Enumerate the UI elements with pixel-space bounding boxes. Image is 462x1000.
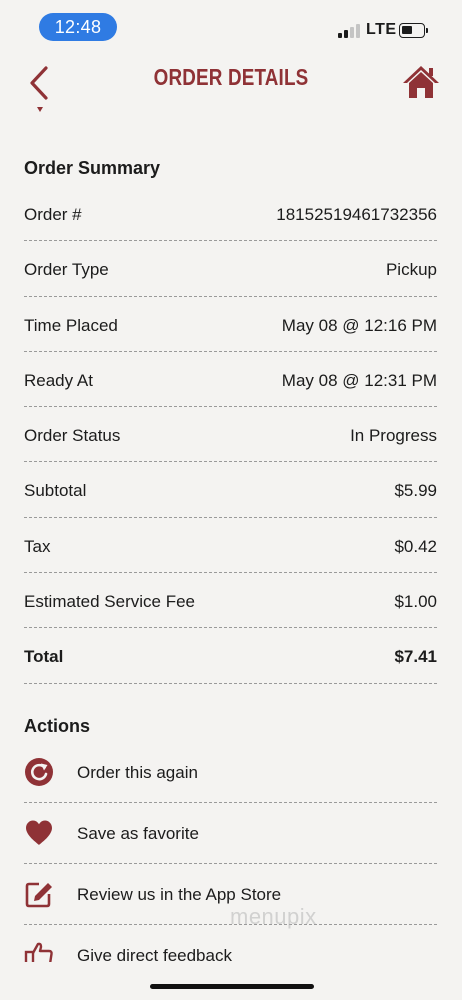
action-label: Review us in the App Store (77, 885, 282, 904)
row-value: $0.42 (394, 536, 437, 556)
summary-row-total: Total $7.41 (24, 628, 437, 684)
save-favorite-button[interactable]: Save as favorite (24, 803, 437, 864)
row-value: In Progress (350, 426, 437, 446)
bottom-safe-area (0, 962, 462, 1000)
heart-icon (26, 820, 52, 845)
summary-row-order-status: Order Status In Progress (24, 407, 437, 463)
action-label: Save as favorite (77, 824, 199, 843)
battery-icon (399, 23, 428, 38)
summary-row-tax: Tax $0.42 (24, 518, 437, 574)
order-again-button[interactable]: Order this again (24, 742, 437, 803)
order-summary-list: Order # 18152519461732356 Order Type Pic… (24, 186, 437, 684)
reorder-icon (25, 758, 53, 786)
home-indicator[interactable] (150, 984, 314, 989)
actions-title: Actions (24, 716, 91, 736)
home-button[interactable] (402, 64, 440, 100)
watermark-text: menupix (230, 904, 317, 929)
page-title: ORDER DETAILS (153, 64, 309, 90)
summary-row-subtotal: Subtotal $5.99 (24, 462, 437, 518)
status-time[interactable]: 12:48 (39, 13, 117, 41)
row-value: Pickup (385, 260, 437, 280)
edit-icon (25, 882, 52, 908)
header: ORDER DETAILS (0, 52, 462, 122)
row-value: $7.41 (394, 647, 437, 667)
row-value: May 08 @ 12:16 PM (281, 315, 437, 335)
row-value: $5.99 (394, 481, 437, 501)
row-label: Order # (24, 205, 82, 224)
summary-row-order-number: Order # 18152519461732356 (24, 186, 437, 242)
row-label: Ready At (24, 370, 93, 390)
summary-row-time-placed: Time Placed May 08 @ 12:16 PM (24, 297, 437, 352)
summary-row-service-fee: Estimated Service Fee $1.00 (24, 573, 437, 629)
cellular-signal-icon (338, 24, 362, 38)
row-value: 18152519461732356 (276, 205, 437, 224)
summary-row-order-type: Order Type Pickup (24, 241, 437, 297)
network-type: LTE (366, 21, 397, 38)
row-value: May 08 @ 12:31 PM (281, 370, 437, 390)
row-label: Total (24, 647, 64, 667)
row-label: Subtotal (24, 481, 87, 501)
summary-row-ready-at: Ready At May 08 @ 12:31 PM (24, 352, 437, 408)
action-label: Order this again (77, 763, 198, 782)
actions-list: Order this again Save as favorite Review… (24, 742, 437, 986)
row-label: Order Type (24, 260, 109, 280)
row-label: Tax (24, 536, 51, 556)
status-bar: 12:48 LTE (0, 0, 462, 52)
row-label: Order Status (24, 426, 121, 446)
home-icon (403, 66, 439, 98)
row-value: $1.00 (394, 592, 437, 612)
row-label: Time Placed (24, 315, 118, 335)
row-label: Estimated Service Fee (24, 592, 196, 612)
order-summary-title: Order Summary (24, 158, 161, 178)
